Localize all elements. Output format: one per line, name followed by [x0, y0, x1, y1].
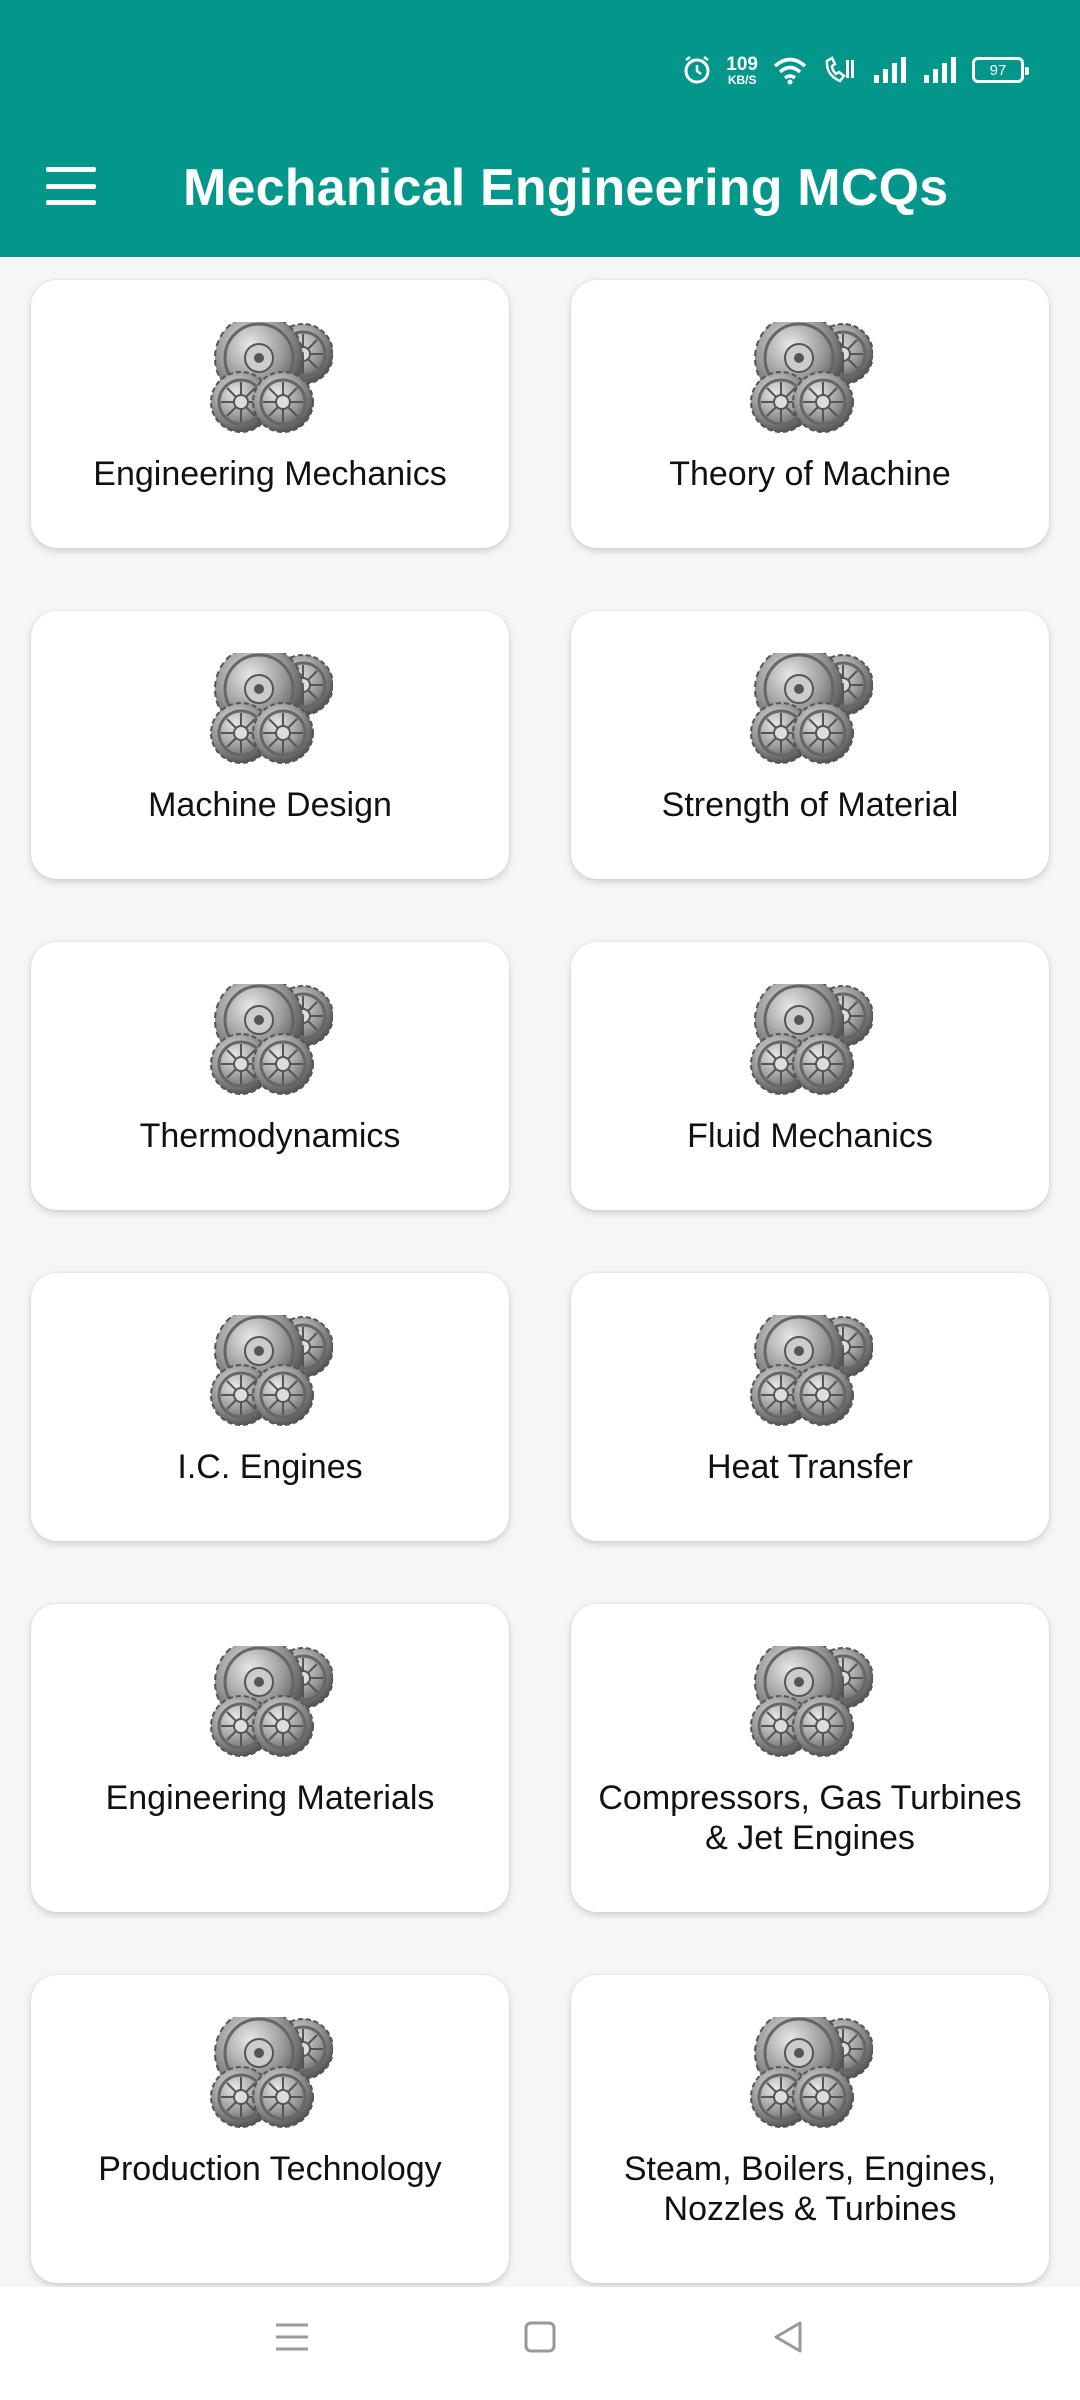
topic-label: Production Technology: [98, 2150, 442, 2188]
gears-icon: [749, 653, 873, 765]
gears-icon: [209, 1315, 333, 1427]
topic-label: Heat Transfer: [707, 1448, 913, 1486]
topic-label: Strength of Material: [661, 786, 959, 824]
network-speed-value: 109: [726, 53, 758, 75]
status-bar: 109 KB/S 97: [682, 50, 1029, 90]
topic-label: Thermodynamics: [139, 1117, 401, 1155]
gears-icon: [749, 322, 873, 434]
gears-icon: [749, 1646, 873, 1758]
app-bar: 109 KB/S 97 Mechanical Engineering MCQs: [0, 0, 1080, 257]
network-speed: 109 KB/S: [726, 55, 758, 86]
battery-level: 97: [989, 61, 1007, 79]
home-icon[interactable]: [520, 2317, 560, 2357]
gears-icon: [749, 1315, 873, 1427]
signal-icon: [874, 57, 906, 83]
gears-icon: [209, 2017, 333, 2129]
volte-call-icon: [825, 56, 854, 83]
recent-apps-icon[interactable]: [272, 2317, 312, 2357]
topic-card[interactable]: Steam, Boilers, Engines, Nozzles & Turbi…: [571, 1975, 1049, 2283]
network-speed-unit: KB/S: [727, 72, 757, 87]
back-icon[interactable]: [768, 2317, 808, 2357]
topic-card[interactable]: I.C. Engines: [31, 1273, 509, 1541]
hamburger-menu-icon[interactable]: [46, 167, 96, 205]
topic-label: I.C. Engines: [177, 1448, 363, 1486]
topic-card[interactable]: Production Technology: [31, 1975, 509, 2283]
gears-icon: [749, 984, 873, 1096]
system-nav-bar: [0, 2287, 1080, 2400]
topic-card[interactable]: Machine Design: [31, 611, 509, 879]
topic-card[interactable]: Engineering Materials: [31, 1604, 509, 1912]
gears-icon: [209, 1646, 333, 1758]
topic-card[interactable]: Engineering Mechanics: [31, 280, 509, 548]
topic-card[interactable]: Strength of Material: [571, 611, 1049, 879]
wifi-icon: [773, 57, 807, 85]
page-title: Mechanical Engineering MCQs: [183, 159, 949, 217]
gears-icon: [749, 2017, 873, 2129]
gears-icon: [209, 322, 333, 434]
topic-label: Theory of Machine: [669, 455, 951, 493]
topic-card[interactable]: Thermodynamics: [31, 942, 509, 1210]
topic-card[interactable]: Heat Transfer: [571, 1273, 1049, 1541]
topic-label: Fluid Mechanics: [687, 1117, 933, 1155]
gears-icon: [209, 653, 333, 765]
topic-label: Machine Design: [148, 786, 392, 824]
topic-label: Engineering Mechanics: [93, 455, 447, 493]
topic-label: Engineering Materials: [105, 1779, 435, 1817]
topic-card[interactable]: Theory of Machine: [571, 280, 1049, 548]
battery-icon: 97: [972, 57, 1029, 83]
gears-icon: [209, 984, 333, 1096]
topic-label: Steam, Boilers, Engines, Nozzles & Turbi…: [623, 2150, 997, 2228]
signal-icon: [924, 57, 956, 83]
topic-card[interactable]: Fluid Mechanics: [571, 942, 1049, 1210]
topic-card[interactable]: Compressors, Gas Turbines & Jet Engines: [571, 1604, 1049, 1912]
alarm-icon: [684, 56, 710, 84]
topic-label: Compressors, Gas Turbines & Jet Engines: [598, 1779, 1022, 1857]
